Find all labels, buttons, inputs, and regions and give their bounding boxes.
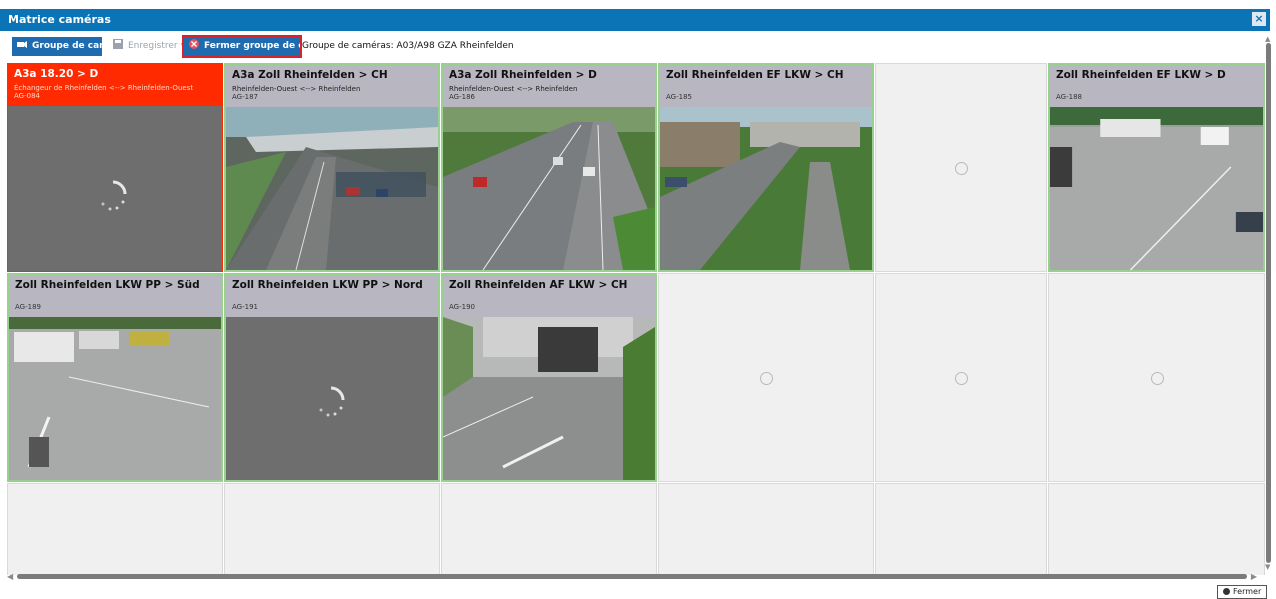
camera-tile[interactable]: Zoll Rheinfelden EF LKW > D AG-188 <box>1048 63 1265 272</box>
close-group-button[interactable]: Fermer groupe de caméras <box>182 35 341 58</box>
camera-title: Zoll Rheinfelden AF LKW > CH <box>449 279 628 291</box>
camera-tile[interactable]: Zoll Rheinfelden LKW PP > Süd AG-189 <box>7 273 223 482</box>
camera-matrix: A3a 18.20 > D Échangeur de Rheinfelden <… <box>7 63 1265 575</box>
camera-feed-image <box>1050 107 1263 270</box>
camera-id: AG-187 <box>232 93 258 101</box>
camera-tile[interactable]: Zoll Rheinfelden EF LKW > CH AG-185 <box>658 63 874 272</box>
camera-description: Rheinfelden-Ouest <--> Rheinfelden <box>232 85 361 93</box>
camera-description: Rheinfelden-Ouest <--> Rheinfelden <box>449 85 578 93</box>
loading-icon <box>760 371 773 385</box>
loading-icon <box>955 371 968 385</box>
horizontal-scrollbar[interactable]: ◀ ▶ <box>7 572 1257 581</box>
camera-tile[interactable]: A3a Zoll Rheinfelden > CH Rheinfelden-Ou… <box>224 63 440 272</box>
camera-feed-image <box>443 317 655 480</box>
camera-id: AG-189 <box>15 303 41 311</box>
camera-title: Zoll Rheinfelden LKW PP > Nord <box>232 279 423 291</box>
camera-feed-image <box>443 107 655 270</box>
camera-id: AG-186 <box>449 93 475 101</box>
camera-tile-empty[interactable] <box>7 483 223 575</box>
scroll-left-icon[interactable]: ◀ <box>7 572 13 581</box>
camera-id: AG-185 <box>666 93 692 101</box>
loading-icon <box>955 161 968 175</box>
toolbar: Groupe de caméras Enregistrer vue Fermer… <box>12 35 1252 58</box>
camera-tile[interactable]: Zoll Rheinfelden LKW PP > Nord AG-191 <box>224 273 440 482</box>
save-icon <box>113 39 123 49</box>
camera-group-name: Groupe de caméras: A03/A98 GZA Rheinfeld… <box>302 41 514 51</box>
camera-tile-empty[interactable] <box>1048 273 1265 482</box>
camera-id: AG-188 <box>1056 93 1082 101</box>
horizontal-scroll-thumb[interactable] <box>17 574 1247 579</box>
scroll-down-icon[interactable]: ▼ <box>1265 563 1270 571</box>
camera-title: A3a 18.20 > D <box>14 68 99 80</box>
close-button-label: Fermer <box>1233 587 1262 596</box>
camera-id: AG-190 <box>449 303 475 311</box>
camera-id: AG-084 <box>14 92 40 100</box>
camera-icon <box>17 41 27 48</box>
scroll-right-icon[interactable]: ▶ <box>1251 572 1257 581</box>
save-view-button[interactable]: Enregistrer vue <box>108 37 197 56</box>
camera-feed-loading <box>8 106 222 271</box>
scroll-up-icon[interactable]: ▲ <box>1265 35 1270 43</box>
camera-group-button[interactable]: Groupe de caméras <box>12 37 131 56</box>
camera-feed-image <box>660 107 872 270</box>
camera-feed-image <box>226 107 438 270</box>
vertical-scrollbar[interactable]: ▲ ▼ <box>1265 35 1273 571</box>
camera-description: Échangeur de Rheinfelden <--> Rheinfelde… <box>14 84 194 92</box>
camera-tile-empty[interactable] <box>875 63 1047 272</box>
close-group-icon <box>189 39 199 49</box>
window-titlebar: Matrice caméras × <box>0 9 1270 31</box>
loading-icon <box>1150 371 1164 385</box>
camera-tile-empty[interactable] <box>1048 483 1265 575</box>
camera-title: A3a Zoll Rheinfelden > CH <box>232 69 388 81</box>
loading-spinner-icon <box>319 386 345 417</box>
loading-spinner-icon <box>101 180 127 211</box>
camera-title: Zoll Rheinfelden LKW PP > Süd <box>15 279 200 291</box>
camera-tile-empty[interactable] <box>658 483 874 575</box>
close-icon[interactable]: × <box>1252 12 1266 26</box>
camera-tile-empty[interactable] <box>658 273 874 482</box>
camera-tile[interactable]: A3a 18.20 > D Échangeur de Rheinfelden <… <box>7 63 223 272</box>
camera-feed-image <box>9 317 221 480</box>
vertical-scroll-thumb[interactable] <box>1266 43 1271 563</box>
camera-title: Zoll Rheinfelden EF LKW > CH <box>666 69 844 81</box>
camera-title: A3a Zoll Rheinfelden > D <box>449 69 597 81</box>
camera-tile-empty[interactable] <box>875 273 1047 482</box>
camera-tile-empty[interactable] <box>441 483 657 575</box>
camera-tile-empty[interactable] <box>875 483 1047 575</box>
camera-tile[interactable]: Zoll Rheinfelden AF LKW > CH AG-190 <box>441 273 657 482</box>
camera-id: AG-191 <box>232 303 258 311</box>
camera-title: Zoll Rheinfelden EF LKW > D <box>1056 69 1226 81</box>
camera-feed-loading <box>226 317 438 480</box>
camera-tile-empty[interactable] <box>224 483 440 575</box>
close-circle-icon <box>1223 588 1230 595</box>
window-title: Matrice caméras <box>8 13 111 26</box>
camera-tile[interactable]: A3a Zoll Rheinfelden > D Rheinfelden-Oue… <box>441 63 657 272</box>
